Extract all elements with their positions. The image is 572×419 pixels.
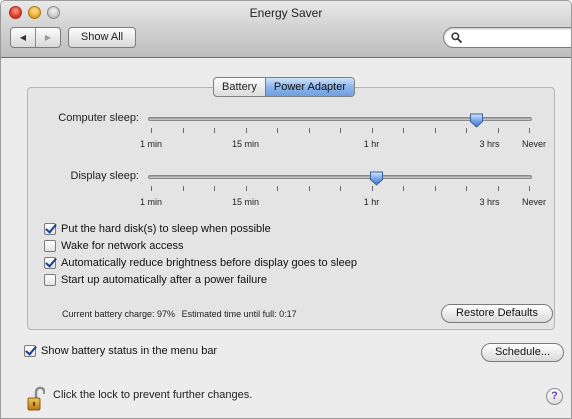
slider-tick-label: 1 hr bbox=[363, 139, 380, 149]
forward-arrow-icon: ▶ bbox=[44, 33, 52, 42]
slider-tick bbox=[182, 128, 184, 133]
slider-tick bbox=[308, 186, 310, 191]
slider-tick-label: Never bbox=[521, 139, 547, 149]
slider-tick bbox=[403, 128, 404, 133]
checkbox-hard-disk-sleep[interactable] bbox=[44, 223, 56, 235]
slider-tick bbox=[403, 186, 404, 191]
help-button[interactable]: ? bbox=[546, 388, 563, 405]
option-wake-network[interactable]: Wake for network access bbox=[44, 238, 183, 254]
slider-tick-label: Never bbox=[521, 197, 547, 207]
show-all-button[interactable]: Show All bbox=[68, 27, 136, 48]
slider-tick bbox=[371, 186, 373, 191]
back-button[interactable]: ◀ bbox=[11, 28, 35, 47]
slider-tick bbox=[308, 128, 310, 133]
slider-tick-label: 1 min bbox=[139, 197, 163, 207]
option-auto-startup[interactable]: Start up automatically after a power fai… bbox=[44, 272, 267, 288]
slider-tick bbox=[245, 186, 247, 191]
checkbox-auto-startup[interactable] bbox=[44, 274, 56, 286]
display-sleep-track[interactable] bbox=[148, 175, 532, 179]
display-sleep-label: Display sleep: bbox=[70, 170, 139, 182]
option-label: Put the hard disk(s) to sleep when possi… bbox=[61, 223, 271, 235]
time-until-full: Estimated time until full: 0:17 bbox=[181, 309, 297, 319]
option-label: Wake for network access bbox=[61, 240, 184, 252]
slider-tick-label: 1 min bbox=[139, 139, 163, 149]
restore-defaults-button[interactable]: Restore Defaults bbox=[441, 304, 553, 323]
tab-power-adapter[interactable]: Power Adapter bbox=[264, 78, 355, 96]
slider-tick-label: 15 min bbox=[231, 139, 260, 149]
checkbox-show-battery-menu[interactable] bbox=[24, 345, 36, 357]
title-toolbar: Energy Saver ◀ ▶ Show All bbox=[1, 1, 571, 58]
slider-tick bbox=[151, 128, 152, 133]
option-label: Show battery status in the menu bar bbox=[41, 345, 218, 357]
slider-tick bbox=[529, 186, 530, 191]
slider-tick bbox=[340, 128, 341, 133]
slider-tick-label: 3 hrs bbox=[479, 197, 500, 207]
power-source-tabs: Battery Power Adapter bbox=[213, 77, 356, 97]
option-label: Start up automatically after a power fai… bbox=[61, 274, 268, 286]
schedule-button[interactable]: Schedule... bbox=[481, 343, 564, 362]
battery-status-text: Current battery charge: 97% Estimated ti… bbox=[62, 309, 297, 319]
slider-tick bbox=[182, 186, 184, 191]
slider-tick bbox=[529, 128, 530, 133]
slider-tick bbox=[151, 186, 152, 191]
slider-tick-label: 15 min bbox=[231, 197, 260, 207]
window-title: Energy Saver bbox=[249, 6, 323, 20]
slider-tick bbox=[277, 128, 278, 133]
checkbox-wake-network[interactable] bbox=[44, 240, 56, 252]
checkbox-reduce-brightness[interactable] bbox=[44, 257, 56, 269]
option-label: Automatically reduce brightness before d… bbox=[61, 257, 357, 269]
slider-tick bbox=[497, 186, 499, 191]
option-reduce-brightness[interactable]: Automatically reduce brightness before d… bbox=[44, 255, 357, 271]
slider-tick bbox=[214, 186, 215, 191]
open-lock-icon[interactable] bbox=[27, 386, 45, 412]
display-sleep-slider-thumb[interactable] bbox=[369, 171, 384, 186]
forward-button[interactable]: ▶ bbox=[35, 28, 60, 47]
slider-tick bbox=[371, 128, 373, 133]
lock-message: Click the lock to prevent further change… bbox=[53, 389, 253, 401]
back-forward-control: ◀ ▶ bbox=[10, 27, 61, 48]
slider-tick bbox=[277, 186, 278, 191]
slider-tick bbox=[466, 128, 467, 133]
slider-tick bbox=[466, 186, 467, 191]
option-show-battery-menu[interactable]: Show battery status in the menu bar bbox=[24, 343, 217, 359]
computer-sleep-slider-thumb[interactable] bbox=[469, 113, 484, 128]
search-field[interactable] bbox=[443, 27, 571, 48]
option-hard-disk-sleep[interactable]: Put the hard disk(s) to sleep when possi… bbox=[44, 221, 271, 237]
slider-tick bbox=[214, 128, 215, 133]
back-arrow-icon: ◀ bbox=[19, 33, 27, 42]
search-input[interactable] bbox=[466, 30, 566, 45]
search-icon bbox=[451, 32, 462, 43]
battery-charge: Current battery charge: 97% bbox=[62, 309, 176, 319]
slider-tick-label: 1 hr bbox=[363, 197, 380, 207]
slider-tick bbox=[497, 128, 499, 133]
computer-sleep-label: Computer sleep: bbox=[58, 112, 139, 124]
slider-tick bbox=[340, 186, 341, 191]
tab-battery[interactable]: Battery bbox=[214, 78, 265, 96]
slider-tick bbox=[434, 128, 436, 133]
slider-tick-label: 3 hrs bbox=[479, 139, 500, 149]
slider-tick bbox=[434, 186, 436, 191]
question-mark-icon: ? bbox=[551, 390, 558, 402]
energy-saver-window: Energy Saver ◀ ▶ Show All Battery Power … bbox=[0, 0, 572, 419]
slider-tick bbox=[245, 128, 247, 133]
